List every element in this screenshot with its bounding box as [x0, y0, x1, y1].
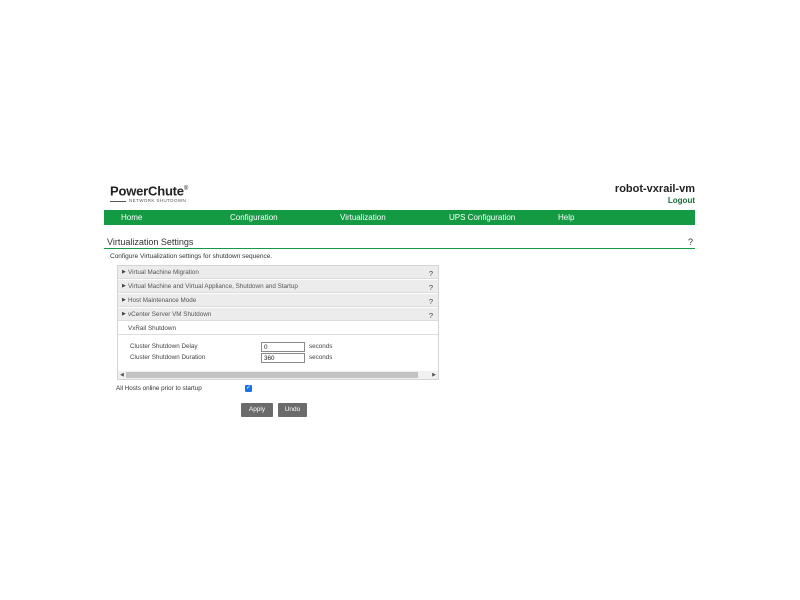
scroll-right-icon[interactable]: ▶	[432, 371, 436, 379]
nav-home[interactable]: Home	[121, 210, 142, 225]
powerchute-logo: PowerChute® NETWORK SHUTDOWN	[110, 182, 188, 204]
accordion-vcenter-shutdown[interactable]: ▶ vCenter Server VM Shutdown ?	[118, 308, 438, 321]
all-hosts-online-checkbox[interactable]: ✓	[245, 385, 252, 392]
undo-button[interactable]: Undo	[278, 403, 307, 417]
logo-rule	[110, 200, 126, 202]
accordion-label: Host Maintenance Mode	[128, 297, 197, 304]
nav-help[interactable]: Help	[558, 210, 574, 225]
page-help-icon[interactable]: ?	[688, 237, 693, 247]
horizontal-scrollbar[interactable]: ◀ ▶	[118, 371, 438, 379]
nav-ups-configuration[interactable]: UPS Configuration	[449, 210, 515, 225]
delay-unit-label: seconds	[309, 343, 333, 350]
section-divider	[104, 248, 695, 249]
accordion-host-maintenance[interactable]: ▶ Host Maintenance Mode ?	[118, 294, 438, 307]
cluster-shutdown-delay-label: Cluster Shutdown Delay	[130, 343, 198, 350]
page-title: Virtualization Settings	[107, 237, 194, 247]
apply-button[interactable]: Apply	[241, 403, 273, 417]
nav-virtualization[interactable]: Virtualization	[340, 210, 386, 225]
nav-configuration[interactable]: Configuration	[230, 210, 278, 225]
cluster-shutdown-duration-input[interactable]	[261, 353, 305, 363]
logo-brand: PowerChute®	[110, 183, 189, 199]
help-icon[interactable]: ?	[429, 309, 433, 322]
scroll-left-icon[interactable]: ◀	[120, 371, 124, 379]
scrollbar-thumb[interactable]	[126, 372, 418, 378]
expand-arrow-icon: ▶	[122, 269, 126, 275]
expand-arrow-icon: ▶	[122, 311, 126, 317]
main-nav-bar: Home Configuration Virtualization UPS Co…	[104, 210, 695, 225]
cluster-shutdown-delay-input[interactable]	[261, 342, 305, 352]
duration-unit-label: seconds	[309, 354, 333, 361]
accordion-label: Virtual Machine and Virtual Appliance, S…	[128, 283, 298, 290]
accordion-vm-shutdown-startup[interactable]: ▶ Virtual Machine and Virtual Appliance,…	[118, 280, 438, 293]
logout-link[interactable]: Logout	[668, 196, 695, 205]
logo-subtitle: NETWORK SHUTDOWN	[110, 198, 188, 204]
hostname-label: robot-vxrail-vm	[614, 183, 695, 195]
help-icon[interactable]: ?	[429, 281, 433, 294]
accordion-label: Virtual Machine Migration	[128, 269, 199, 276]
vxrail-shutdown-heading: VxRail Shutdown	[118, 322, 438, 335]
all-hosts-online-label: All Hosts online prior to startup	[116, 385, 202, 392]
expand-arrow-icon: ▶	[122, 297, 126, 303]
page-description: Configure Virtualization settings for sh…	[110, 253, 273, 260]
help-icon[interactable]: ?	[429, 267, 433, 280]
virtualization-settings-panel: ▶ Virtual Machine Migration ? ▶ Virtual …	[117, 265, 439, 380]
cluster-shutdown-duration-label: Cluster Shutdown Duration	[130, 354, 206, 361]
help-icon[interactable]: ?	[429, 295, 433, 308]
expand-arrow-icon: ▶	[122, 283, 126, 289]
accordion-label: vCenter Server VM Shutdown	[128, 311, 212, 318]
accordion-vm-migration[interactable]: ▶ Virtual Machine Migration ?	[118, 266, 438, 279]
